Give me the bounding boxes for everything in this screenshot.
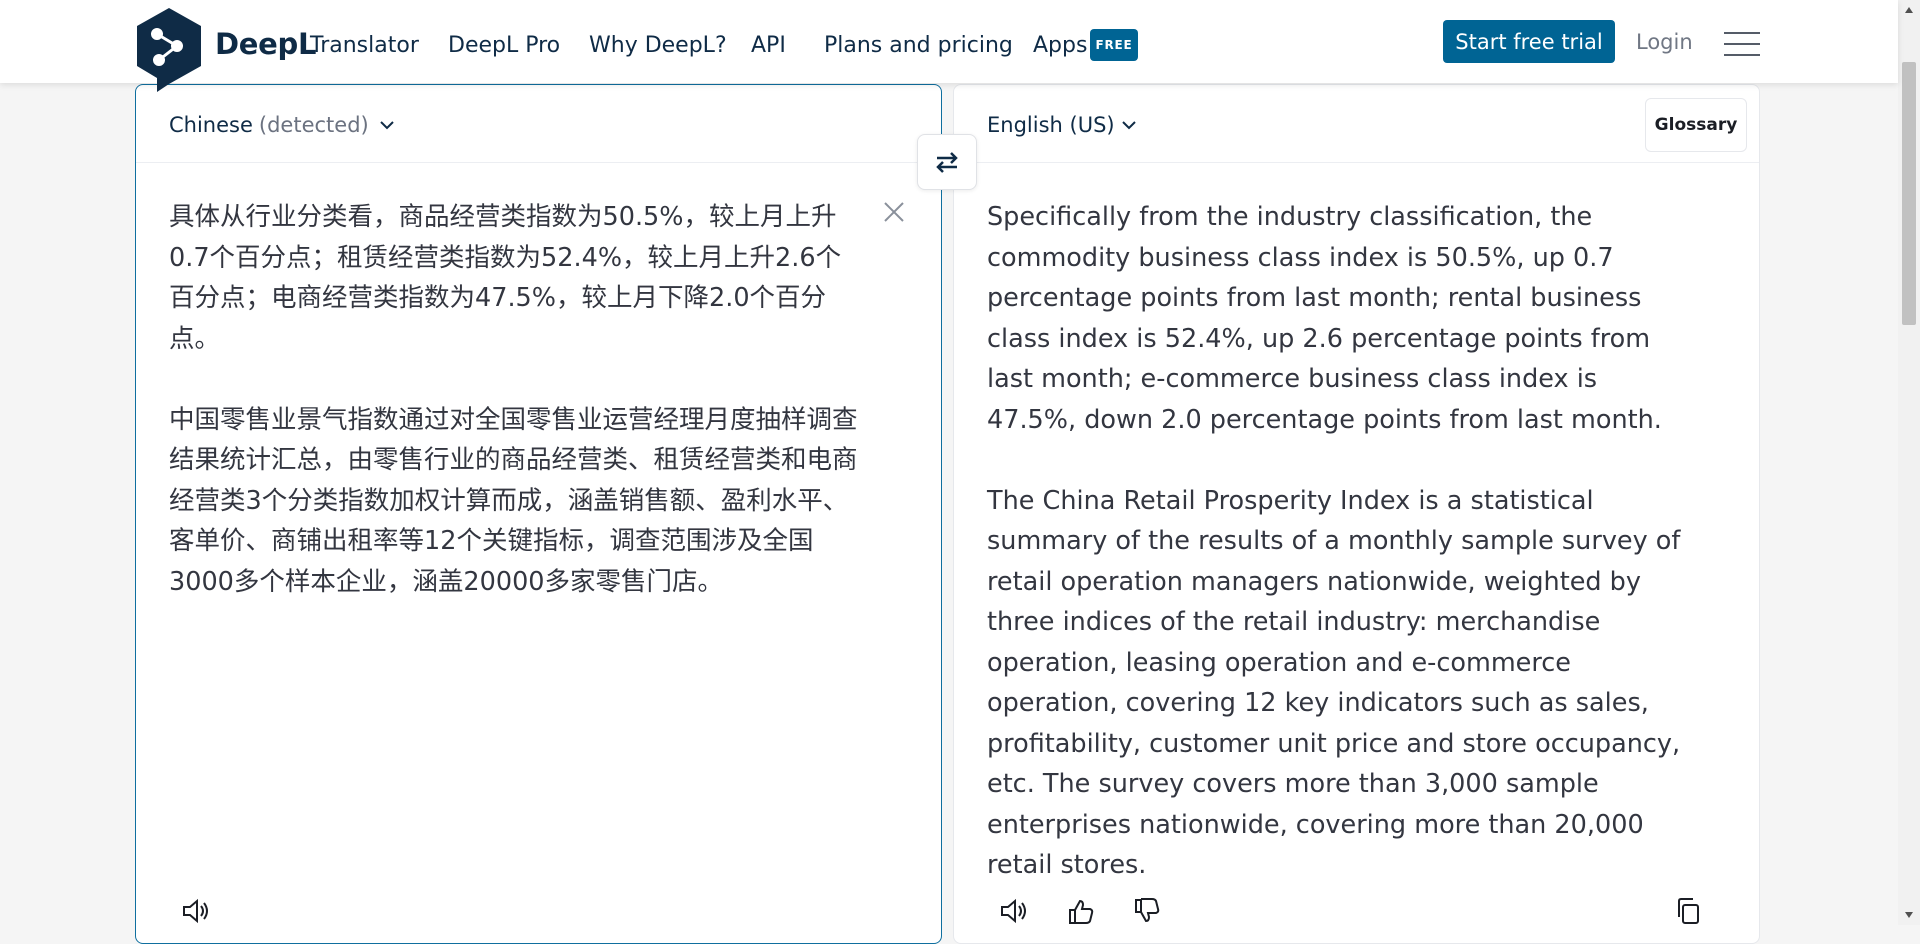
translation-paragraph: The China Retail Prosperity Index is a s… (987, 485, 1681, 881)
target-panel-header: English (US) Glossary (954, 85, 1759, 163)
glossary-button[interactable]: Glossary (1645, 98, 1747, 152)
nav-api[interactable]: API (751, 33, 786, 58)
source-language-select[interactable]: Chinese (detected) (169, 113, 395, 137)
nav-why-deepl[interactable]: Why DeepL? (589, 33, 727, 58)
swap-languages-icon (936, 152, 958, 173)
thumbs-down-icon[interactable] (1132, 898, 1162, 924)
copy-icon[interactable] (1674, 898, 1704, 924)
detected-label: (detected) (258, 113, 369, 137)
brand-name[interactable]: DeepL (215, 27, 316, 61)
chevron-down-icon (380, 121, 394, 130)
free-badge: FREE (1090, 29, 1138, 61)
nav-plans-and-pricing[interactable]: Plans and pricing (824, 33, 1013, 58)
source-language-label: Chinese (169, 113, 253, 137)
source-paragraph: 中国零售业景气指数通过对全国零售业运营经理月度抽样调查结果统计汇总，由零售行业的… (169, 404, 858, 597)
target-language-select[interactable]: English (US) (987, 113, 1137, 137)
translation-paragraph: Specifically from the industry classific… (987, 202, 1662, 435)
thumbs-up-icon[interactable] (1066, 898, 1096, 924)
speaker-icon[interactable] (999, 898, 1029, 924)
deepl-logo-icon[interactable] (135, 8, 203, 92)
target-panel: English (US) Glossary Specifically from … (953, 84, 1760, 944)
source-panel: Chinese (detected) 具体从行业分类看，商品经营类指数为50.5… (135, 84, 942, 944)
start-free-trial-button[interactable]: Start free trial (1443, 20, 1615, 63)
chevron-down-icon (1121, 121, 1136, 130)
scrollbar-thumb[interactable] (1902, 62, 1916, 325)
page-scrollbar[interactable] (1898, 0, 1920, 925)
swap-languages-button[interactable] (917, 134, 977, 190)
nav-apps[interactable]: Apps (1033, 33, 1087, 58)
translation-output: Specifically from the industry classific… (987, 197, 1687, 926)
hamburger-menu-icon[interactable] (1724, 30, 1760, 58)
scroll-down-arrow-icon[interactable] (1904, 911, 1914, 919)
scroll-up-arrow-icon[interactable] (1904, 6, 1914, 14)
target-language-label: English (US) (987, 113, 1115, 137)
close-icon[interactable] (881, 199, 907, 225)
top-navigation-bar: DeepL Translator DeepL Pro Why DeepL? AP… (0, 0, 1898, 92)
source-paragraph: 具体从行业分类看，商品经营类指数为50.5%，较上月上升0.7个百分点；租赁经营… (169, 202, 842, 354)
brand-subtitle[interactable]: Translator (310, 33, 419, 58)
nav-deepl-pro[interactable]: DeepL Pro (448, 33, 560, 58)
speaker-icon[interactable] (181, 898, 211, 924)
source-text-input[interactable]: 具体从行业分类看，商品经营类指数为50.5%，较上月上升0.7个百分点；租赁经营… (169, 197, 859, 643)
login-link[interactable]: Login (1636, 30, 1693, 54)
source-panel-header: Chinese (detected) (136, 85, 941, 163)
